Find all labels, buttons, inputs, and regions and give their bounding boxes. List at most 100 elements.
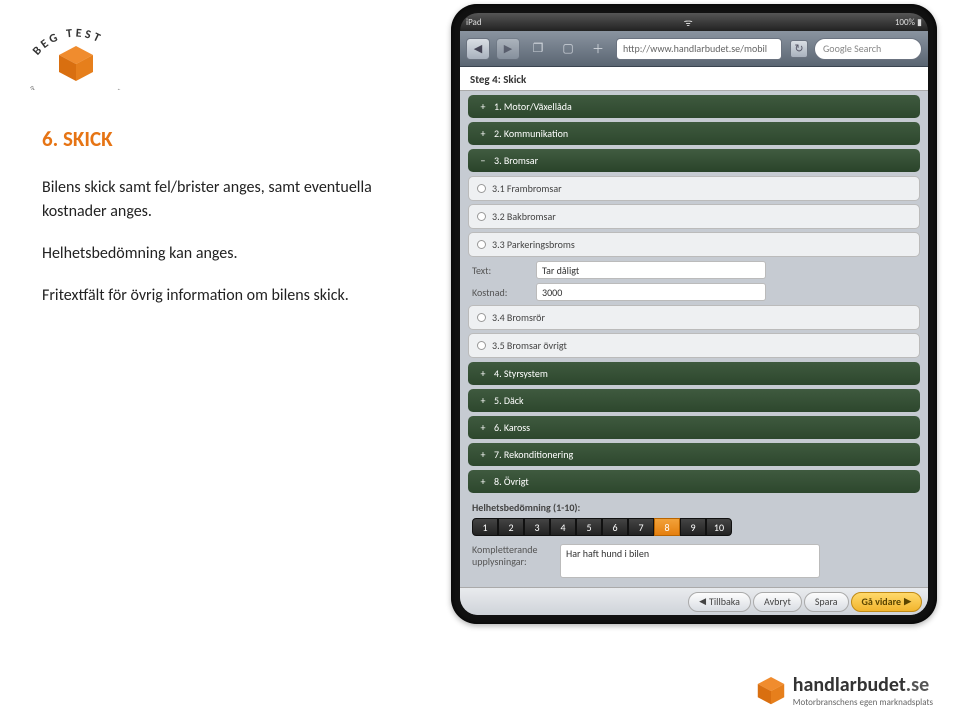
accordion-label: 7. Rekonditionering	[494, 448, 573, 461]
radio-icon	[477, 341, 486, 350]
rating-cell[interactable]: 1	[472, 518, 498, 536]
accordion-label: 5. Däck	[494, 394, 524, 407]
text-input[interactable]: Tar dåligt	[536, 261, 766, 279]
cube-icon	[757, 677, 785, 705]
text-field-row: Text: Tar dåligt	[472, 261, 916, 279]
logo-svg: BEG TEST Ett komplett test- & värderings…	[21, 10, 131, 90]
complement-label: Kompletterande upplysningar:	[472, 544, 552, 578]
accordion-item-styrsystem[interactable]: +4. Styrsystem	[468, 362, 920, 385]
plus-icon: +	[478, 127, 488, 140]
section-heading: 6. SKICK	[42, 126, 392, 152]
sub-item[interactable]: 3.5 Bromsar övrigt	[468, 333, 920, 358]
step-title: Steg 4: Skick	[460, 67, 928, 91]
radio-icon	[477, 184, 486, 193]
sub-item[interactable]: 3.3 Parkeringsbroms	[468, 232, 920, 257]
button-label: Spara	[815, 595, 838, 608]
accordion-item-kommunikation[interactable]: +2. Kommunikation	[468, 122, 920, 145]
accordion-item-bromsar[interactable]: −3. Bromsar	[468, 149, 920, 172]
plus-icon: +	[478, 367, 488, 380]
app-body: Steg 4: Skick +1. Motor/Växellåda +2. Ko…	[460, 67, 928, 615]
complement-row: Kompletterande upplysningar: Har haft hu…	[472, 544, 916, 578]
instruction-paragraph: Helhetsbedömning kan anges.	[42, 242, 392, 266]
bookmarks-icon[interactable]: ▢	[556, 38, 580, 60]
brand-logo-footer: handlarbudet.se Motorbranschens egen mar…	[757, 673, 933, 708]
plus-icon: +	[478, 394, 488, 407]
ios-statusbar: iPad ᯤ 100% ▮	[460, 13, 928, 31]
instruction-paragraph: Fritextfält för övrig information om bil…	[42, 284, 392, 308]
accordion-item-motor[interactable]: +1. Motor/Växellåda	[468, 95, 920, 118]
text-label: Text:	[472, 264, 528, 277]
sub-list-bromsar-2: 3.4 Bromsrör 3.5 Bromsar övrigt	[468, 305, 920, 358]
url-field[interactable]: http://www.handlarbudet.se/mobil	[616, 38, 782, 60]
ipad-screen: iPad ᯤ 100% ▮ ◀ ▶ ❐ ▢ ＋ http://www.handl…	[460, 13, 928, 615]
status-battery: 100% ▮	[895, 17, 922, 28]
cost-label: Kostnad:	[472, 286, 528, 299]
back-button[interactable]: ◀	[466, 38, 490, 60]
sub-item[interactable]: 3.4 Bromsrör	[468, 305, 920, 330]
chevron-left-icon: ◀	[699, 596, 706, 607]
radio-icon	[477, 240, 486, 249]
sub-label: 3.5 Bromsar övrigt	[492, 339, 567, 352]
sub-label: 3.2 Bakbromsar	[492, 210, 556, 223]
cancel-button[interactable]: Avbryt	[753, 592, 802, 612]
button-label: Gå vidare	[862, 595, 902, 608]
ipad-frame: iPad ᯤ 100% ▮ ◀ ▶ ❐ ▢ ＋ http://www.handl…	[451, 4, 937, 624]
rating-cell[interactable]: 4	[550, 518, 576, 536]
back-button[interactable]: ◀Tillbaka	[688, 592, 751, 612]
sub-item[interactable]: 3.1 Frambromsar	[468, 176, 920, 201]
logo-tagline: Ett komplett test- & värderingsverktyg f…	[28, 86, 122, 90]
button-label: Avbryt	[764, 595, 791, 608]
minus-icon: −	[478, 154, 488, 167]
chevron-right-icon: ▶	[904, 596, 911, 607]
rating-cell[interactable]: 5	[576, 518, 602, 536]
complement-textarea[interactable]: Har haft hund i bilen	[560, 544, 820, 578]
sub-label: 3.3 Parkeringsbroms	[492, 238, 575, 251]
footer-brand-name: handlarbudet.se	[793, 673, 933, 697]
svg-text:Ett komplett test- & värdering: Ett komplett test- & värderingsverktyg f…	[28, 86, 122, 90]
pages-icon[interactable]: ❐	[526, 38, 550, 60]
accordion-item-rekond[interactable]: +7. Rekonditionering	[468, 443, 920, 466]
plus-icon: +	[478, 448, 488, 461]
safari-toolbar: ◀ ▶ ❐ ▢ ＋ http://www.handlarbudet.se/mob…	[460, 31, 928, 67]
search-field[interactable]: Google Search	[814, 38, 922, 60]
sub-label: 3.1 Frambromsar	[492, 182, 562, 195]
accordion-label: 2. Kommunikation	[494, 127, 568, 140]
plus-icon: +	[478, 421, 488, 434]
rating-cell[interactable]: 2	[498, 518, 524, 536]
plus-icon: +	[478, 475, 488, 488]
forward-button[interactable]: ▶	[496, 38, 520, 60]
rating-cell-selected[interactable]: 8	[654, 518, 680, 536]
rating-cell[interactable]: 9	[680, 518, 706, 536]
accordion-label: 4. Styrsystem	[494, 367, 548, 380]
plus-icon: +	[478, 100, 488, 113]
rating-cell[interactable]: 3	[524, 518, 550, 536]
brand-logo-top: BEG TEST Ett komplett test- & värderings…	[16, 10, 136, 90]
save-button[interactable]: Spara	[804, 592, 849, 612]
rating-cell[interactable]: 6	[602, 518, 628, 536]
rating-cell[interactable]: 10	[706, 518, 732, 536]
instructions-panel: 6. SKICK Bilens skick samt fel/brister a…	[42, 126, 392, 326]
instruction-paragraph: Bilens skick samt fel/brister anges, sam…	[42, 176, 392, 224]
bottom-bar: ◀Tillbaka Avbryt Spara Gå vidare▶	[460, 587, 928, 615]
accordion-label: 6. Kaross	[494, 421, 530, 434]
rating-scale: 1 2 3 4 5 6 7 8 9 10	[472, 518, 916, 536]
accordion-item-kaross[interactable]: +6. Kaross	[468, 416, 920, 439]
status-device: iPad	[466, 17, 482, 28]
add-icon[interactable]: ＋	[586, 38, 610, 60]
accordion-label: 1. Motor/Växellåda	[494, 100, 572, 113]
cost-input[interactable]: 3000	[536, 283, 766, 301]
radio-icon	[477, 212, 486, 221]
sub-label: 3.4 Bromsrör	[492, 311, 545, 324]
wifi-icon: ᯤ	[684, 15, 693, 29]
rating-cell[interactable]: 7	[628, 518, 654, 536]
rating-label: Helhetsbedömning (1-10):	[472, 501, 916, 514]
next-button[interactable]: Gå vidare▶	[851, 592, 922, 612]
reload-button[interactable]: ↻	[790, 40, 808, 58]
accordion-item-ovrigt[interactable]: +8. Övrigt	[468, 470, 920, 493]
button-label: Tillbaka	[709, 595, 740, 608]
footer-tagline: Motorbranschens egen marknadsplats	[793, 697, 933, 708]
accordion-item-dack[interactable]: +5. Däck	[468, 389, 920, 412]
radio-icon	[477, 313, 486, 322]
sub-item[interactable]: 3.2 Bakbromsar	[468, 204, 920, 229]
accordion-label: 3. Bromsar	[494, 154, 538, 167]
